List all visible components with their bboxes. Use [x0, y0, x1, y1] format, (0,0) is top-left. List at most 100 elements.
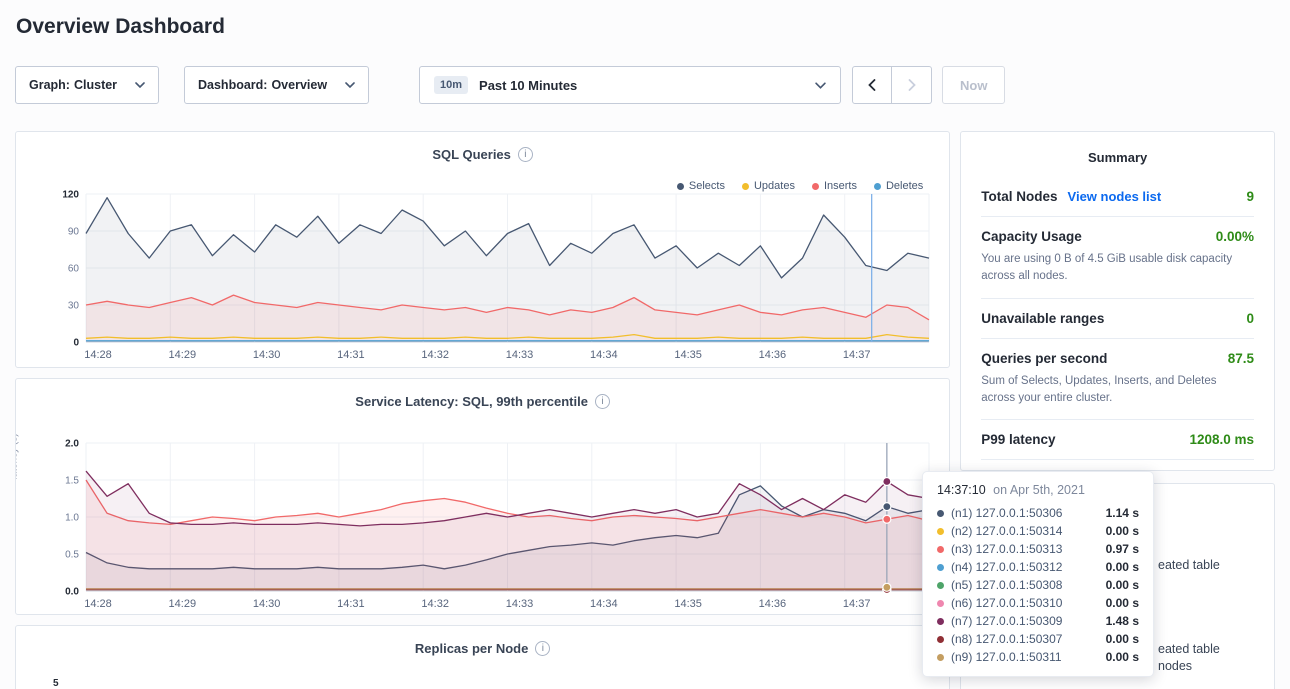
node-address: (n4) 127.0.0.1:50312: [951, 560, 1062, 574]
graph-dropdown-value: Cluster: [74, 78, 117, 92]
tooltip-row: (n6) 127.0.0.1:503100.00 s: [937, 594, 1139, 612]
node-latency-value: 1.48 s: [1106, 614, 1139, 628]
node-latency-value: 0.00 s: [1106, 578, 1139, 592]
stat-description: Sum of Selects, Updates, Inserts, and De…: [981, 373, 1254, 408]
event-list-item[interactable]: eated table nodes: [1158, 641, 1220, 675]
replicas-per-node-panel: Replicas per Node i 5: [15, 625, 950, 689]
stat-label: Total Nodes: [981, 189, 1057, 204]
chart-title: SQL Queries: [432, 147, 511, 162]
stat-value: 87.5: [1228, 351, 1254, 366]
chart-canvas: 0.00.51.01.52.014:2814:2914:3014:3114:32…: [42, 435, 933, 613]
node-color-dot: [937, 528, 944, 535]
tooltip-row: (n5) 127.0.0.1:503080.00 s: [937, 576, 1139, 594]
svg-text:1.5: 1.5: [65, 476, 79, 487]
svg-text:14:29: 14:29: [169, 598, 197, 610]
info-icon[interactable]: i: [595, 394, 610, 409]
svg-text:14:37: 14:37: [843, 598, 871, 610]
y-axis-label: queries: [15, 193, 17, 226]
info-icon[interactable]: i: [535, 641, 550, 656]
node-color-dot: [937, 546, 944, 553]
sql-queries-panel: SQL Queries i SelectsUpdatesInsertsDelet…: [15, 131, 950, 368]
tooltip-row: (n2) 127.0.0.1:50314 0.00 s: [937, 522, 1139, 540]
view-nodes-list-link[interactable]: View nodes list: [1068, 189, 1162, 204]
svg-text:14:31: 14:31: [337, 598, 365, 610]
svg-text:14:36: 14:36: [759, 598, 787, 610]
stat-label: Queries per second: [981, 351, 1107, 366]
event-text: nodes: [1158, 658, 1220, 675]
service-latency-panel: Service Latency: SQL, 99th percentile i …: [15, 378, 950, 615]
event-text: eated table: [1158, 557, 1220, 574]
graph-dropdown-label: Graph:: [29, 78, 70, 92]
stat-label: Unavailable ranges: [981, 311, 1104, 326]
svg-text:90: 90: [68, 227, 80, 238]
svg-text:14:35: 14:35: [674, 349, 702, 361]
stat-value: 0.00%: [1216, 229, 1254, 244]
tooltip-row: (n7) 127.0.0.1:50309 1.48 s: [937, 612, 1139, 630]
stat-value: 0: [1246, 311, 1254, 326]
stat-unavailable-ranges: Unavailable ranges 0: [981, 299, 1254, 339]
svg-text:14:33: 14:33: [506, 598, 534, 610]
svg-text:14:32: 14:32: [421, 349, 449, 361]
svg-text:30: 30: [68, 301, 80, 312]
node-color-dot: [937, 564, 944, 571]
tooltip-row: (n9) 127.0.0.1:503110.00 s: [937, 648, 1139, 666]
node-address: (n3) 127.0.0.1:50313: [951, 542, 1062, 556]
info-icon[interactable]: i: [518, 147, 533, 162]
time-forward-button[interactable]: [892, 66, 932, 104]
svg-text:14:30: 14:30: [253, 598, 281, 610]
summary-title: Summary: [981, 132, 1254, 177]
tooltip-row: (n1) 127.0.0.1:503061.14 s: [937, 504, 1139, 522]
svg-text:14:37: 14:37: [843, 349, 871, 361]
chevron-down-icon: [135, 82, 145, 88]
chevron-down-icon: [345, 82, 355, 88]
service-latency-chart[interactable]: 0.00.51.01.52.014:2814:2914:3014:3114:32…: [42, 435, 933, 613]
y-tick-label: 5: [53, 678, 59, 689]
chart-title: Replicas per Node: [415, 641, 528, 656]
svg-text:1.0: 1.0: [65, 513, 79, 524]
tooltip-date: on Apr 5th, 2021: [993, 483, 1085, 497]
chart-canvas: 030609012014:2814:2914:3014:3114:3214:33…: [42, 186, 933, 364]
sql-queries-chart[interactable]: 030609012014:2814:2914:3014:3114:3214:33…: [42, 186, 933, 364]
charts-column: SQL Queries i SelectsUpdatesInsertsDelet…: [15, 131, 950, 689]
chart-title-row: Replicas per Node i: [16, 626, 949, 656]
node-color-dot: [937, 510, 944, 517]
event-list-item[interactable]: eated table: [1158, 557, 1220, 574]
node-color-dot: [937, 600, 944, 607]
svg-text:120: 120: [62, 190, 79, 201]
toolbar: Graph: Cluster Dashboard: Overview 10m P…: [15, 66, 1275, 104]
node-address: (n2) 127.0.0.1:50314: [951, 524, 1062, 538]
graph-dropdown[interactable]: Graph: Cluster: [15, 66, 159, 104]
node-color-dot: [937, 582, 944, 589]
svg-text:14:35: 14:35: [674, 598, 702, 610]
stat-label: P99 latency: [981, 432, 1055, 447]
stat-description: You are using 0 B of 4.5 GiB usable disk…: [981, 251, 1254, 286]
chart-title: Service Latency: SQL, 99th percentile: [355, 394, 588, 409]
svg-text:14:33: 14:33: [506, 349, 534, 361]
time-range-label: Past 10 Minutes: [479, 78, 577, 93]
tooltip-row: (n4) 127.0.0.1:503120.00 s: [937, 558, 1139, 576]
dashboard-dropdown-label: Dashboard:: [198, 78, 267, 92]
svg-text:14:28: 14:28: [84, 598, 112, 610]
svg-text:60: 60: [68, 264, 80, 275]
svg-text:0.0: 0.0: [65, 587, 79, 598]
stat-value: 1208.0 ms: [1189, 432, 1254, 447]
now-button[interactable]: Now: [942, 66, 1005, 104]
svg-text:14:34: 14:34: [590, 349, 618, 361]
node-address: (n7) 127.0.0.1:50309: [951, 614, 1062, 628]
time-step-buttons: [852, 66, 932, 104]
tooltip-row: (n8) 127.0.0.1:503070.00 s: [937, 630, 1139, 648]
svg-text:14:34: 14:34: [590, 598, 618, 610]
dashboard-dropdown[interactable]: Dashboard: Overview: [184, 66, 369, 104]
svg-text:2.0: 2.0: [65, 439, 79, 450]
stat-total-nodes: Total Nodes View nodes list 9: [981, 177, 1254, 217]
time-range-picker[interactable]: 10m Past 10 Minutes: [419, 66, 841, 104]
node-address: (n9) 127.0.0.1:50311: [951, 650, 1062, 664]
event-text: eated table: [1158, 641, 1220, 658]
svg-text:0.5: 0.5: [65, 550, 79, 561]
node-color-dot: [937, 654, 944, 661]
node-latency-value: 0.00 s: [1106, 632, 1139, 646]
node-latency-value: 0.00 s: [1106, 524, 1139, 538]
time-back-button[interactable]: [852, 66, 892, 104]
tooltip-header: 14:37:10 on Apr 5th, 2021: [937, 483, 1139, 497]
y-axis-label: latency (s): [15, 433, 20, 479]
